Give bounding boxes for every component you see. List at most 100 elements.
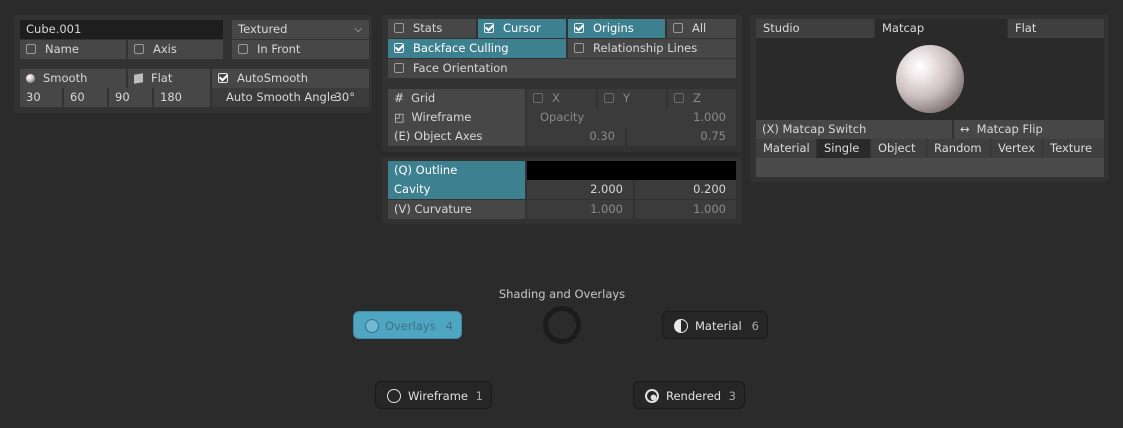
cavity-value-2-text: 0.200: [693, 182, 726, 196]
autosmooth-label: AutoSmooth: [237, 71, 309, 85]
tab-matcap[interactable]: Matcap: [875, 19, 1007, 38]
pie-center-ring: [543, 306, 581, 344]
cursor-checkbox[interactable]: [484, 23, 494, 33]
backface-culling-checkbox[interactable]: [394, 43, 404, 53]
autosmooth-toggle[interactable]: AutoSmooth: [212, 69, 369, 88]
opacity-value: 1.000: [693, 110, 726, 124]
y-axis-toggle[interactable]: Y: [598, 89, 666, 108]
z-axis-label: Z: [693, 91, 701, 105]
matcap-sphere-preview: [896, 45, 964, 113]
overlays-label: Overlays: [385, 319, 436, 333]
angle-90-button[interactable]: 90: [109, 88, 152, 107]
all-label: All: [692, 21, 707, 35]
all-toggle[interactable]: All: [667, 19, 736, 38]
relationship-lines-checkbox[interactable]: [574, 43, 584, 53]
face-orientation-toggle[interactable]: Face Orientation: [388, 59, 736, 78]
overlays-button[interactable]: Overlays 4: [353, 311, 462, 339]
x-axis-toggle[interactable]: X: [527, 89, 596, 108]
in-front-toggle[interactable]: In Front: [232, 40, 369, 59]
wireframe-shading-label: Wireframe: [408, 389, 468, 403]
object-name-field[interactable]: Cube.001: [20, 20, 223, 39]
face-orientation-label: Face Orientation: [413, 61, 508, 75]
cursor-label: Cursor: [503, 21, 541, 35]
overlays-icon: [365, 319, 379, 333]
grid-label: Grid: [411, 91, 436, 105]
rendered-button[interactable]: Rendered 3: [633, 381, 745, 409]
in-front-checkbox[interactable]: [238, 44, 248, 54]
curvature-value-1[interactable]: 1.000: [527, 200, 633, 219]
material-label: Material: [695, 319, 742, 333]
matcap-switch-button[interactable]: (X) Matcap Switch: [756, 120, 952, 139]
curvature-value-2-text: 1.000: [693, 202, 726, 216]
cavity-value-1[interactable]: 2.000: [527, 180, 633, 199]
tab-flat[interactable]: Flat: [1008, 19, 1104, 38]
overlays-key: 4: [445, 319, 453, 333]
tab-color-vertex[interactable]: Vertex: [991, 139, 1042, 158]
autosmooth-angle-field[interactable]: Auto Smooth Angle 30°: [212, 88, 369, 107]
flat-label: Flat: [151, 71, 173, 85]
x-axis-checkbox[interactable]: [533, 93, 543, 103]
z-axis-checkbox[interactable]: [674, 93, 684, 103]
relationship-lines-toggle[interactable]: Relationship Lines: [568, 39, 736, 58]
axes-value-2[interactable]: 0.75: [627, 127, 736, 146]
pie-menu-title: Shading and Overlays: [498, 287, 626, 301]
matcap-panel: Studio Matcap Flat (X) Matcap Switch ↔ Ma…: [750, 15, 1109, 182]
angle-60-button[interactable]: 60: [64, 88, 107, 107]
x-axis-label: X: [552, 91, 560, 105]
wireframe-shading-button[interactable]: Wireframe 1: [375, 381, 492, 409]
cursor-toggle[interactable]: Cursor: [478, 19, 566, 38]
z-axis-toggle[interactable]: Z: [668, 89, 736, 108]
all-checkbox[interactable]: [673, 23, 683, 33]
stats-label: Stats: [413, 21, 443, 35]
material-key: 6: [751, 319, 759, 333]
autosmooth-checkbox[interactable]: [218, 73, 228, 83]
axis-toggle[interactable]: Axis: [128, 40, 223, 59]
backface-culling-label: Backface Culling: [413, 41, 509, 55]
name-checkbox[interactable]: [26, 44, 36, 54]
overlays-panel: Stats Cursor Origins All Backface Cullin…: [382, 15, 742, 152]
angle-180-button[interactable]: 180: [154, 88, 210, 107]
axis-label: Axis: [153, 42, 177, 56]
outline-button[interactable]: (Q) Outline: [388, 161, 525, 180]
material-sphere-icon: [674, 319, 688, 333]
tab-color-object[interactable]: Object: [871, 139, 926, 158]
stats-checkbox[interactable]: [394, 23, 404, 33]
curvature-button[interactable]: (V) Curvature: [388, 200, 525, 219]
face-orientation-checkbox[interactable]: [394, 63, 404, 73]
stats-toggle[interactable]: Stats: [388, 19, 476, 38]
matcap-preview-area[interactable]: [756, 38, 1104, 120]
axes-value-1[interactable]: 0.30: [527, 127, 625, 146]
origins-checkbox[interactable]: [574, 23, 584, 33]
flat-button[interactable]: Flat: [128, 69, 210, 88]
smooth-label: Smooth: [43, 71, 88, 85]
material-button[interactable]: Material 6: [662, 311, 768, 339]
tab-color-material[interactable]: Material: [756, 139, 816, 158]
y-axis-checkbox[interactable]: [604, 93, 614, 103]
single-color-swatch[interactable]: [756, 158, 1104, 177]
wireframe-sphere-icon: ◰: [394, 111, 405, 124]
smooth-button[interactable]: Smooth: [20, 69, 126, 88]
matcap-flip-button[interactable]: ↔ Matcap Flip: [954, 120, 1104, 139]
axis-checkbox[interactable]: [134, 44, 144, 54]
outline-color-swatch[interactable]: [527, 161, 736, 180]
angle-30-button[interactable]: 30: [20, 88, 62, 107]
name-toggle[interactable]: Name: [20, 40, 126, 59]
tab-color-random[interactable]: Random: [927, 139, 990, 158]
relationship-lines-label: Relationship Lines: [593, 41, 698, 55]
origins-toggle[interactable]: Origins: [568, 19, 665, 38]
tab-studio[interactable]: Studio: [756, 19, 874, 38]
shading-mode-select[interactable]: Textured ⌵: [232, 20, 369, 39]
wireframe-label: Wireframe: [411, 110, 472, 124]
object-axes-button[interactable]: (E) Object Axes: [388, 127, 525, 146]
wireframe-button[interactable]: ◰ Wireframe: [388, 108, 525, 127]
curvature-value-2[interactable]: 1.000: [635, 200, 736, 219]
tab-color-texture[interactable]: Texture: [1043, 139, 1104, 158]
in-front-label: In Front: [257, 42, 301, 56]
grid-button[interactable]: # Grid: [388, 89, 525, 108]
backface-culling-toggle[interactable]: Backface Culling: [388, 39, 566, 58]
cavity-button[interactable]: Cavity: [388, 180, 525, 199]
cavity-value-2[interactable]: 0.200: [635, 180, 736, 199]
origins-label: Origins: [593, 21, 634, 35]
tab-color-single[interactable]: Single: [817, 139, 870, 158]
opacity-slider[interactable]: Opacity 1.000: [527, 108, 736, 127]
